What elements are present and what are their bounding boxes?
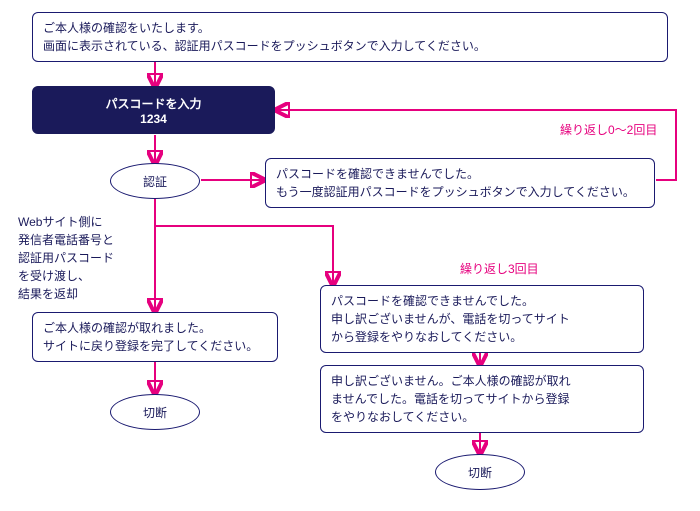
side-note-l2: 発信者電話番号と bbox=[18, 231, 114, 249]
success-line1: ご本人様の確認が取れました。 bbox=[43, 319, 267, 337]
fail-retry-line2: もう一度認証用パスコードをプッシュボタンで入力してください。 bbox=[276, 183, 644, 201]
fail3-box: パスコードを確認できませんでした。 申し訳ございませんが、電話を切ってサイト か… bbox=[320, 285, 644, 353]
side-note: Webサイト側に 発信者電話番号と 認証用パスコード を受け渡し、 結果を返却 bbox=[18, 213, 114, 303]
flowchart-stage: ご本人様の確認をいたします。 画面に表示されている、認証用パスコードをプッシュボ… bbox=[0, 0, 700, 511]
success-box: ご本人様の確認が取れました。 サイトに戻り登録を完了してください。 bbox=[32, 312, 278, 362]
auth-label: 認証 bbox=[143, 173, 167, 190]
success-line2: サイトに戻り登録を完了してください。 bbox=[43, 337, 267, 355]
fail-final-line3: をやりなおしてください。 bbox=[331, 408, 633, 426]
side-note-l3: 認証用パスコード bbox=[18, 249, 114, 267]
auth-ellipse: 認証 bbox=[110, 163, 200, 199]
disconnect-2-label: 切断 bbox=[468, 464, 492, 481]
input-step: パスコードを入力 1234 bbox=[32, 86, 275, 134]
side-note-l5: 結果を返却 bbox=[18, 285, 114, 303]
input-step-title: パスコードを入力 bbox=[105, 95, 201, 112]
disconnect-1: 切断 bbox=[110, 394, 200, 430]
intro-line1: ご本人様の確認をいたします。 bbox=[43, 19, 657, 37]
disconnect-2: 切断 bbox=[435, 454, 525, 490]
fail3-line3: から登録をやりなおしてください。 bbox=[331, 328, 633, 346]
fail-retry-line1: パスコードを確認できませんでした。 bbox=[276, 165, 644, 183]
fail3-line2: 申し訳ございませんが、電話を切ってサイト bbox=[331, 310, 633, 328]
side-note-l1: Webサイト側に bbox=[18, 213, 114, 231]
input-step-code: 1234 bbox=[140, 112, 167, 126]
side-note-l4: を受け渡し、 bbox=[18, 267, 114, 285]
fail-retry-box: パスコードを確認できませんでした。 もう一度認証用パスコードをプッシュボタンで入… bbox=[265, 158, 655, 208]
fail-final-line2: ませんでした。電話を切ってサイトから登録 bbox=[331, 390, 633, 408]
fail-final-line1: 申し訳ございません。ご本人様の確認が取れ bbox=[331, 372, 633, 390]
fail3-line1: パスコードを確認できませんでした。 bbox=[331, 292, 633, 310]
intro-box: ご本人様の確認をいたします。 画面に表示されている、認証用パスコードをプッシュボ… bbox=[32, 12, 668, 62]
retry-0-2-label: 繰り返し0～2回目 bbox=[560, 121, 657, 138]
disconnect-1-label: 切断 bbox=[143, 404, 167, 421]
intro-line2: 画面に表示されている、認証用パスコードをプッシュボタンで入力してください。 bbox=[43, 37, 657, 55]
fail-final-box: 申し訳ございません。ご本人様の確認が取れ ませんでした。電話を切ってサイトから登… bbox=[320, 365, 644, 433]
retry-3-label: 繰り返し3回目 bbox=[460, 260, 539, 277]
